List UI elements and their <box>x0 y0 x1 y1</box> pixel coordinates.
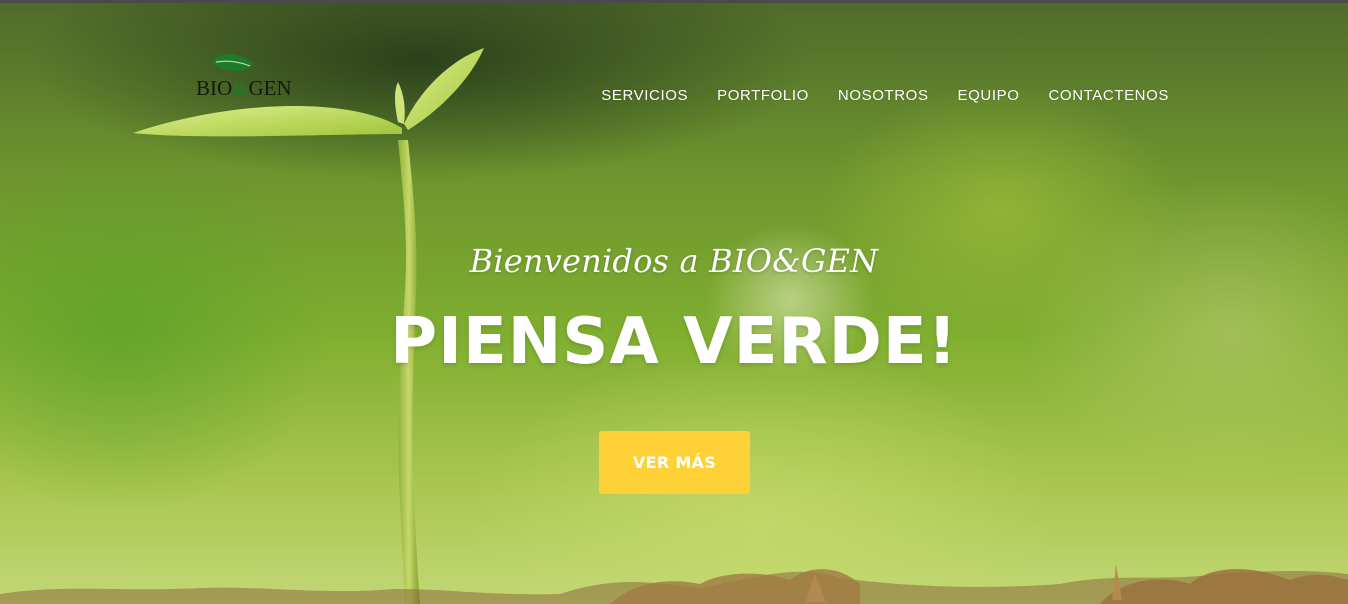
brand-text-ampersand: & <box>232 76 249 100</box>
nav-item-servicios[interactable]: SERVICIOS <box>601 87 688 104</box>
nav-item-portfolio[interactable]: PORTFOLIO <box>717 87 809 104</box>
brand-wordmark: BIO&GEN <box>196 76 292 101</box>
hero-title: PIENSA VERDE! <box>390 305 958 379</box>
hero-section: BIO&GEN SERVICIOS PORTFOLIO NOSOTROS EQU… <box>0 0 1348 604</box>
brand-text-right: GEN <box>248 76 292 100</box>
hero-subtitle: Bienvenidos a BIO&GEN <box>469 242 879 280</box>
nav-item-equipo[interactable]: EQUIPO <box>958 87 1020 104</box>
nav-item-nosotros[interactable]: NOSOTROS <box>838 87 929 104</box>
brand-logo[interactable]: BIO&GEN <box>196 52 336 102</box>
ver-mas-button[interactable]: VER MÁS <box>599 431 750 494</box>
brand-text-left: BIO <box>196 76 233 100</box>
nav-item-contactenos[interactable]: CONTACTENOS <box>1049 87 1170 104</box>
main-nav: SERVICIOS PORTFOLIO NOSOTROS EQUIPO CONT… <box>572 87 1169 104</box>
soil-ground <box>0 564 1348 604</box>
